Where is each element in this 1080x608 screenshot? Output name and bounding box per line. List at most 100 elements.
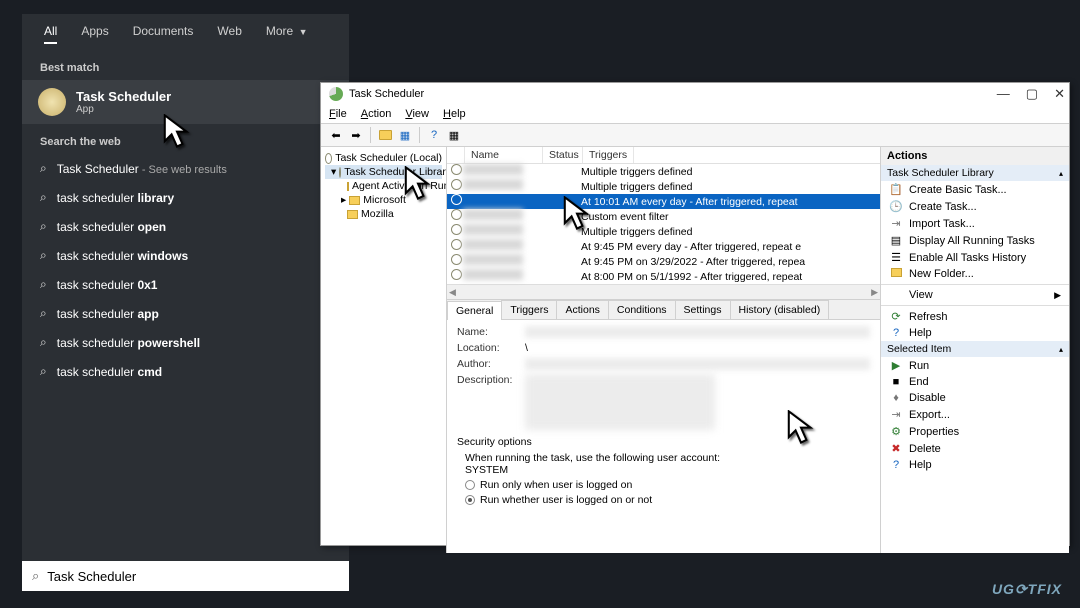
titlebar[interactable]: Task Scheduler — ▢ ✕ (321, 83, 1069, 105)
start-tabs: All Apps Documents Web More ▼ (22, 14, 349, 50)
action-refresh[interactable]: ⟳Refresh (881, 308, 1069, 325)
actions-selected-header[interactable]: Selected Item▴ (881, 341, 1069, 357)
task-scheduler-window: Task Scheduler — ▢ ✕ File Action View He… (320, 82, 1070, 546)
web-result[interactable]: ⌕task scheduler powershell› (22, 328, 349, 357)
task-author-value (525, 358, 870, 370)
best-match-title: Task Scheduler (76, 89, 171, 104)
tab-triggers[interactable]: Triggers (501, 300, 557, 319)
actions-pane: Actions Task Scheduler Library▴ 📋Create … (881, 147, 1069, 553)
close-button[interactable]: ✕ (1054, 86, 1065, 102)
back-button[interactable]: ⬅ (327, 126, 345, 144)
search-icon: ⌕ (40, 248, 47, 263)
scrollbar-horizontal[interactable]: ◀▶ (447, 284, 880, 299)
web-result[interactable]: ⌕Task Scheduler - See web results› (22, 154, 349, 183)
tab-apps[interactable]: Apps (81, 24, 108, 44)
action-end[interactable]: ■End (881, 374, 1069, 390)
tab-conditions[interactable]: Conditions (608, 300, 676, 319)
menu-help[interactable]: Help (443, 108, 466, 120)
task-row[interactable]: At 8:00 PM on 5/1/1992 - After triggered… (447, 269, 880, 284)
menu-view[interactable]: View (405, 108, 429, 120)
tab-settings[interactable]: Settings (675, 300, 731, 319)
task-row[interactable]: Multiple triggers defined (447, 164, 880, 179)
menu-file[interactable]: File (329, 108, 347, 120)
task-location-value: \ (525, 342, 870, 354)
action-enable-history[interactable]: ☰Enable All Tasks History (881, 249, 1069, 266)
action-run[interactable]: ▶Run (881, 357, 1069, 374)
task-row[interactable]: At 10:01 AM every day - After triggered,… (447, 194, 880, 209)
action-create-task[interactable]: 🕒Create Task... (881, 198, 1069, 215)
web-result[interactable]: ⌕task scheduler open› (22, 212, 349, 241)
tab-history[interactable]: History (disabled) (730, 300, 830, 319)
search-icon: ⌕ (40, 364, 47, 379)
details-pane: General Triggers Actions Conditions Sett… (447, 300, 880, 553)
tree-root[interactable]: Task Scheduler (Local) (325, 151, 442, 165)
search-web-label: Search the web (22, 124, 349, 154)
window-controls: — ▢ ✕ (997, 86, 1065, 102)
col-triggers[interactable]: Triggers (583, 147, 634, 163)
action-new-folder[interactable]: New Folder... (881, 266, 1069, 282)
detail-tabs: General Triggers Actions Conditions Sett… (447, 300, 880, 320)
tree-pane: Task Scheduler (Local) ▾ Task Scheduler … (321, 147, 447, 553)
action-disable[interactable]: ♦Disable (881, 390, 1069, 406)
tree-library[interactable]: ▾ Task Scheduler Library (325, 165, 442, 179)
tab-general[interactable]: General (447, 301, 502, 320)
action-delete[interactable]: ✖Delete (881, 440, 1069, 457)
best-match-result[interactable]: Task Scheduler App (22, 80, 349, 124)
task-row[interactable]: At 9:45 PM on 3/29/2022 - After triggere… (447, 254, 880, 269)
action-create-basic-task[interactable]: 📋Create Basic Task... (881, 181, 1069, 198)
web-result[interactable]: ⌕task scheduler cmd› (22, 357, 349, 386)
task-row[interactable]: Multiple triggers defined (447, 179, 880, 194)
search-icon: ⌕ (40, 335, 47, 350)
task-row[interactable]: Multiple triggers defined (447, 224, 880, 239)
tree-child[interactable]: Agent Activation Runt (325, 179, 442, 193)
web-results-list: ⌕Task Scheduler - See web results›⌕task … (22, 154, 349, 561)
search-input[interactable]: ⌕ Task Scheduler (22, 561, 349, 591)
action-help-2[interactable]: ?Help (881, 457, 1069, 473)
task-scheduler-icon (38, 88, 66, 116)
action-properties[interactable]: ⚙Properties (881, 423, 1069, 440)
action-export[interactable]: ⇥Export... (881, 406, 1069, 423)
task-list-header: Name Status Triggers (447, 147, 880, 164)
radio-run-always[interactable]: Run whether user is logged on or not (465, 494, 870, 506)
web-result[interactable]: ⌕task scheduler 0x1› (22, 270, 349, 299)
task-row[interactable]: Custom event filter (447, 209, 880, 224)
security-options-label: Security options (457, 436, 870, 448)
search-value: Task Scheduler (47, 569, 136, 584)
tab-all[interactable]: All (44, 24, 57, 44)
refresh-button[interactable]: ▦ (445, 126, 463, 144)
tab-documents[interactable]: Documents (133, 24, 194, 44)
tree-child[interactable]: Mozilla (325, 207, 442, 221)
forward-button[interactable]: ➡ (347, 126, 365, 144)
action-import-task[interactable]: ⇥Import Task... (881, 215, 1069, 232)
maximize-button[interactable]: ▢ (1026, 86, 1038, 102)
action-view[interactable]: View▶ (881, 287, 1069, 303)
tab-web[interactable]: Web (217, 24, 241, 44)
menu-action[interactable]: Action (361, 108, 392, 120)
action-display-running[interactable]: ▤Display All Running Tasks (881, 232, 1069, 249)
search-icon: ⌕ (40, 277, 47, 292)
task-description-value (525, 374, 715, 430)
radio-run-logged-on[interactable]: Run only when user is logged on (465, 479, 870, 491)
web-result[interactable]: ⌕task scheduler app› (22, 299, 349, 328)
security-account-text: When running the task, use the following… (465, 452, 870, 464)
search-icon: ⌕ (40, 306, 47, 321)
search-icon: ⌕ (32, 568, 39, 584)
task-row[interactable]: At 9:45 PM every day - After triggered, … (447, 239, 880, 254)
col-status[interactable]: Status (543, 147, 583, 163)
best-match-label: Best match (22, 50, 349, 80)
properties-button[interactable]: ▦ (396, 126, 414, 144)
tab-actions[interactable]: Actions (556, 300, 608, 319)
watermark: UG⟳TFIX (992, 581, 1062, 598)
task-name-value (525, 326, 870, 338)
web-result[interactable]: ⌕task scheduler windows› (22, 241, 349, 270)
tree-child[interactable]: ▸ Microsoft (325, 193, 442, 207)
minimize-button[interactable]: — (997, 86, 1010, 102)
action-help[interactable]: ?Help (881, 325, 1069, 341)
help-button[interactable]: ? (425, 126, 443, 144)
col-name[interactable]: Name (465, 147, 543, 163)
folder-up-button[interactable] (376, 126, 394, 144)
tab-more[interactable]: More ▼ (266, 24, 308, 44)
actions-library-header[interactable]: Task Scheduler Library▴ (881, 165, 1069, 181)
web-result[interactable]: ⌕task scheduler library› (22, 183, 349, 212)
middle-pane: Name Status Triggers Multiple triggers d… (447, 147, 881, 553)
